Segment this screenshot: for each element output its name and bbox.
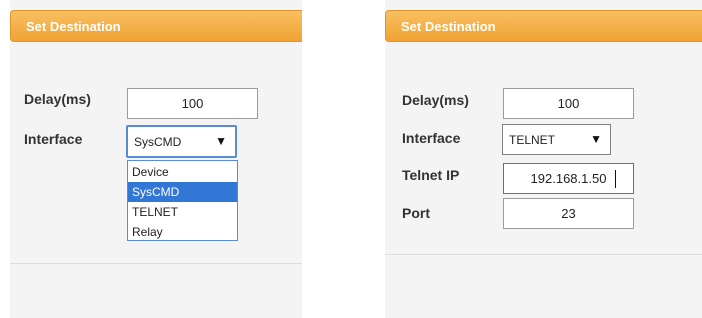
chevron-down-icon: ▼ bbox=[590, 132, 602, 146]
dropdown-option-relay[interactable]: Relay bbox=[128, 222, 237, 242]
panel-header: Set Destination bbox=[385, 10, 702, 42]
interface-select[interactable]: SysCMD ▼ bbox=[126, 125, 237, 158]
text-cursor bbox=[615, 170, 616, 188]
delay-label: Delay(ms) bbox=[24, 91, 91, 107]
port-input[interactable]: 23 bbox=[503, 198, 634, 229]
delay-value: 100 bbox=[557, 96, 580, 111]
dropdown-option-telnet[interactable]: TELNET bbox=[128, 202, 237, 222]
delay-label: Delay(ms) bbox=[402, 92, 469, 108]
chevron-down-icon: ▼ bbox=[215, 134, 227, 148]
panel-title: Set Destination bbox=[26, 19, 121, 34]
set-destination-panel-left: Set Destination Delay(ms) 100 Interface … bbox=[10, 0, 302, 318]
panel-divider bbox=[10, 263, 302, 264]
panel-title: Set Destination bbox=[401, 19, 496, 34]
panel-header: Set Destination bbox=[10, 10, 302, 42]
port-value: 23 bbox=[561, 206, 576, 221]
set-destination-panel-right: Set Destination Delay(ms) 100 Interface … bbox=[385, 0, 702, 318]
delay-input[interactable]: 100 bbox=[127, 88, 258, 119]
interface-select[interactable]: TELNET ▼ bbox=[502, 124, 611, 155]
port-label: Port bbox=[402, 205, 430, 221]
dropdown-option-device[interactable]: Device bbox=[128, 162, 237, 182]
panel-divider bbox=[385, 254, 702, 255]
interface-label: Interface bbox=[24, 131, 83, 147]
interface-selected-value: SysCMD bbox=[134, 135, 182, 149]
telnet-ip-value: 192.168.1.50 bbox=[530, 171, 607, 186]
interface-selected-value: TELNET bbox=[509, 133, 556, 147]
telnet-ip-input[interactable]: 192.168.1.50 bbox=[503, 163, 634, 194]
dropdown-option-syscmd[interactable]: SysCMD bbox=[128, 182, 237, 202]
telnet-ip-label: Telnet IP bbox=[402, 167, 460, 183]
interface-label: Interface bbox=[402, 130, 461, 146]
delay-input[interactable]: 100 bbox=[503, 88, 634, 119]
interface-dropdown-list[interactable]: Device SysCMD TELNET Relay bbox=[127, 160, 238, 241]
delay-value: 100 bbox=[181, 96, 204, 111]
